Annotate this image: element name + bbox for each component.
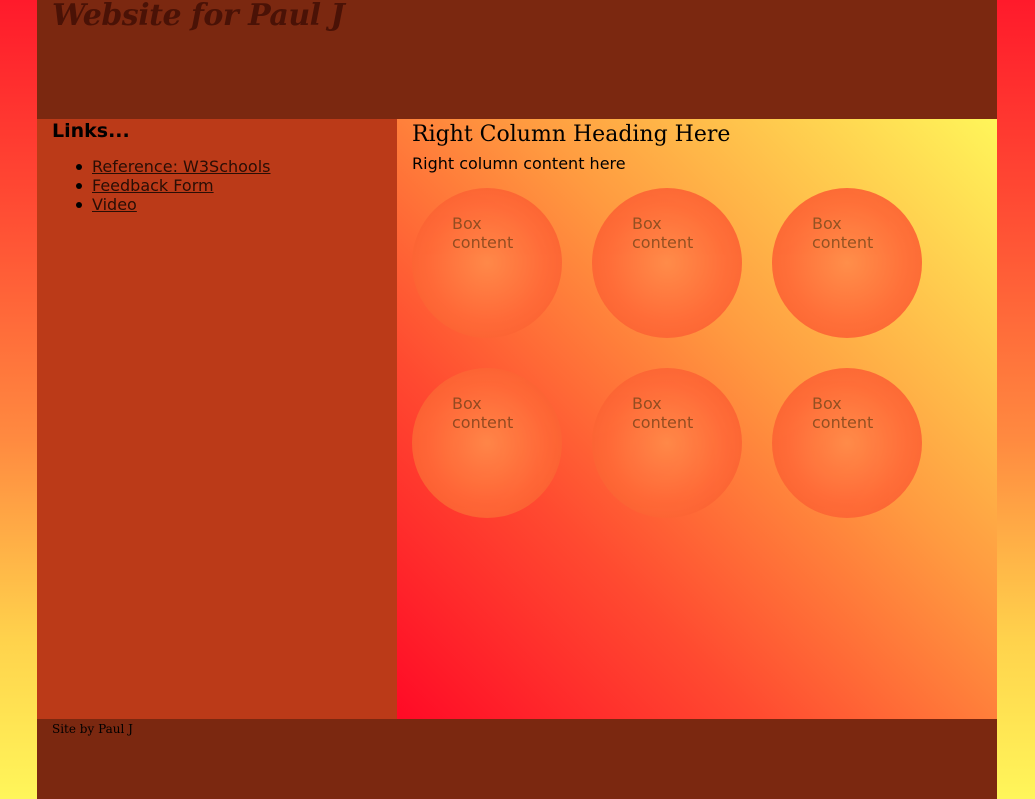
links-list-item: Video xyxy=(76,195,271,214)
header: Website for Paul J xyxy=(37,0,997,119)
link-video[interactable]: Video xyxy=(92,195,137,214)
link-feedback-form[interactable]: Feedback Form xyxy=(92,176,214,195)
box-label: Box content xyxy=(632,394,694,432)
links-list-item: Feedback Form xyxy=(76,176,271,195)
links-list: Reference: W3Schools Feedback Form Video xyxy=(76,157,271,214)
content-box: Box content xyxy=(592,368,742,518)
links-heading: Links... xyxy=(52,120,130,142)
box-label: Box content xyxy=(452,394,514,432)
box-label: Box content xyxy=(632,214,694,252)
link-reference-w3schools[interactable]: Reference: W3Schools xyxy=(92,157,271,176)
right-column-content: Right column content here xyxy=(412,154,626,173)
links-list-item: Reference: W3Schools xyxy=(76,157,271,176)
content-box: Box content xyxy=(772,188,922,338)
site-title: Website for Paul J xyxy=(52,0,345,33)
footer-text: Site by Paul J xyxy=(52,722,133,736)
content-box: Box content xyxy=(412,368,562,518)
box-label: Box content xyxy=(812,214,874,252)
content-box: Box content xyxy=(592,188,742,338)
footer: Site by Paul J xyxy=(37,719,997,799)
right-column-heading: Right Column Heading Here xyxy=(412,122,731,147)
content-box: Box content xyxy=(412,188,562,338)
right-column: Right Column Heading Here Right column c… xyxy=(397,119,997,719)
box-label: Box content xyxy=(452,214,514,252)
box-label: Box content xyxy=(812,394,874,432)
content-box: Box content xyxy=(772,368,922,518)
left-column: Links... Reference: W3Schools Feedback F… xyxy=(37,119,397,719)
page-container: Website for Paul J Links... Reference: W… xyxy=(37,0,997,799)
